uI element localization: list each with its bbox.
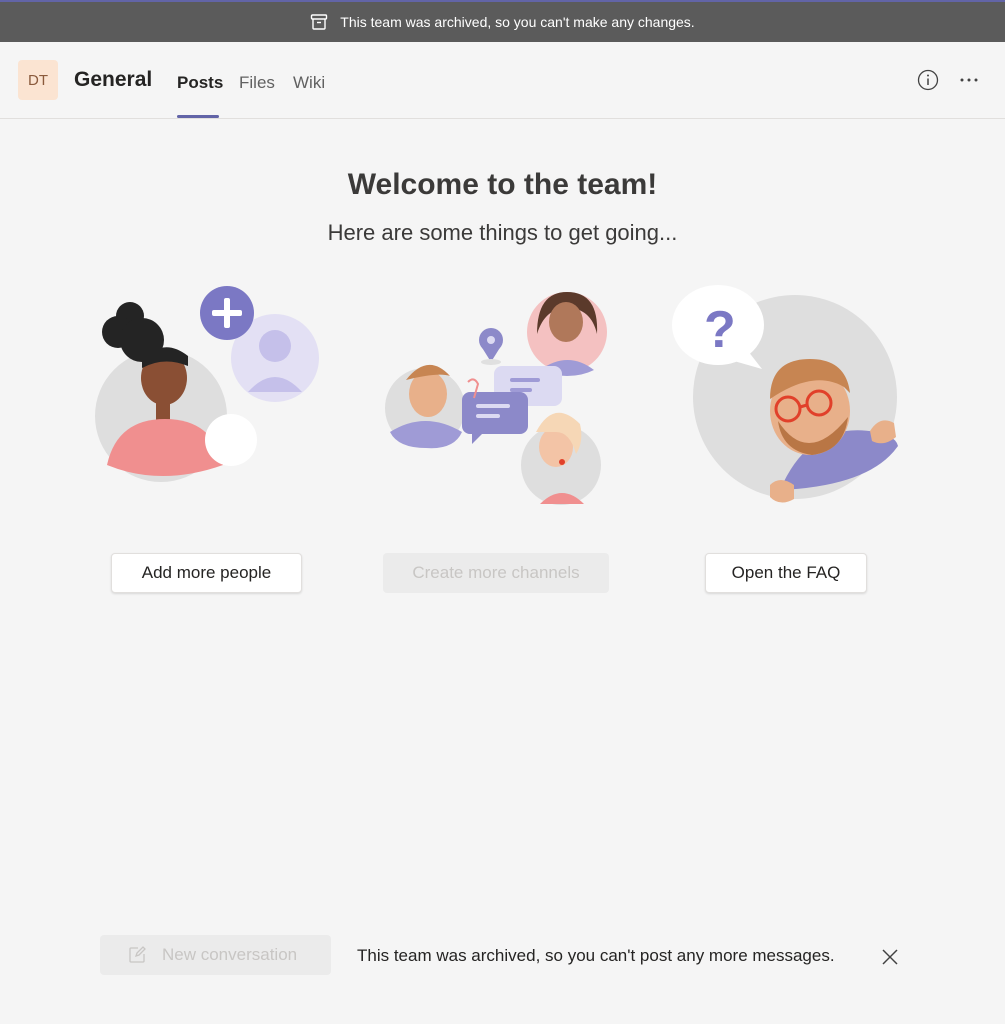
team-avatar[interactable]: DT — [18, 60, 58, 100]
archive-banner: This team was archived, so you can't mak… — [0, 0, 1005, 42]
tab-wiki[interactable]: Wiki — [293, 73, 325, 93]
welcome-title: Welcome to the team! — [347, 168, 658, 201]
active-tab-indicator — [177, 115, 219, 118]
archive-banner-text: This team was archived, so you can't mak… — [340, 14, 695, 30]
channel-title: General — [74, 68, 153, 91]
info-icon[interactable] — [917, 69, 939, 91]
archived-message: This team was archived, so you can't pos… — [357, 946, 835, 965]
compose-icon — [129, 946, 146, 963]
add-people-illustration — [95, 286, 319, 482]
faq-illustration: ? — [672, 285, 898, 503]
new-conversation-label: New conversation — [162, 945, 298, 964]
tab-posts[interactable]: Posts — [177, 73, 223, 93]
new-conversation-button[interactable]: New conversation — [100, 935, 331, 975]
channel-header: DT General Posts Files Wiki — [0, 42, 1005, 119]
add-more-people-button[interactable]: Add more people — [111, 553, 302, 593]
welcome-subtitle: Here are some things to get going... — [327, 220, 678, 245]
more-options-icon[interactable] — [958, 69, 980, 91]
open-faq-button[interactable]: Open the FAQ — [705, 553, 867, 593]
tab-files[interactable]: Files — [239, 73, 275, 93]
svg-text:?: ? — [704, 301, 736, 359]
create-more-channels-button[interactable]: Create more channels — [383, 553, 609, 593]
channels-illustration — [385, 292, 607, 505]
archive-icon — [311, 14, 328, 30]
close-icon[interactable] — [880, 947, 900, 967]
